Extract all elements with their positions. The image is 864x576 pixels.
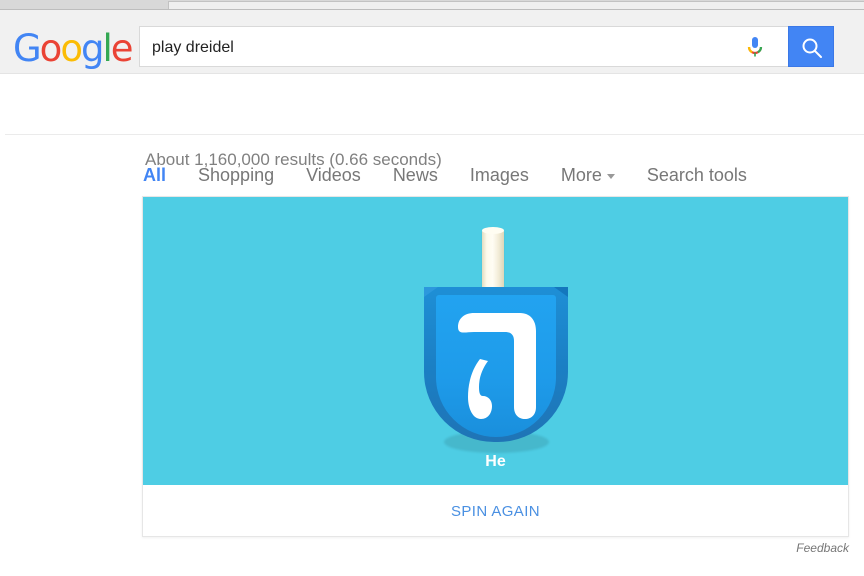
dreidel-stem-top: [481, 227, 504, 234]
dreidel-letter-label: He: [485, 453, 506, 470]
chevron-down-icon: [606, 174, 615, 179]
dreidel-bevel-left: [423, 287, 438, 297]
dreidel-stage[interactable]: He: [143, 197, 848, 485]
tab-search-tools[interactable]: Search tools: [647, 164, 747, 196]
search-box[interactable]: [139, 26, 789, 68]
result-stats: About 1,160,000 results (0.66 seconds): [145, 150, 442, 169]
google-logo[interactable]: Google: [13, 27, 134, 70]
search-input[interactable]: [150, 27, 734, 68]
browser-chrome-bar: [0, 0, 864, 9]
tab-label: Images: [469, 165, 529, 185]
logo-letter-l: l: [102, 27, 112, 70]
browser-tab-strip[interactable]: [168, 1, 864, 9]
spin-again-button[interactable]: SPIN AGAIN: [143, 485, 848, 536]
dreidel-bevel-right: [553, 287, 568, 297]
page-left-border: [5, 135, 6, 576]
dreidel-stem: [481, 229, 504, 295]
spin-bar: SPIN AGAIN: [143, 485, 848, 536]
microphone-icon[interactable]: [744, 36, 766, 60]
tab-label: Search tools: [646, 165, 747, 185]
search-header: Google: [0, 10, 864, 74]
tab-label: More: [560, 165, 602, 185]
hebrew-letter-hei-icon: [457, 313, 536, 419]
magnifier-icon: [802, 38, 822, 58]
google-search-results-page: Google AllShoppingVideosNewsImage: [0, 0, 864, 576]
logo-letter-e: e: [110, 27, 134, 70]
tab-images[interactable]: Images: [470, 164, 529, 196]
dreidel-graphic: [396, 215, 596, 465]
nav-divider: [5, 134, 864, 135]
search-nav-bar: All Shopping Videos News Images More Search to…: [0, 74, 864, 208]
search-button[interactable]: [788, 26, 834, 67]
logo-letter-g1: G: [13, 27, 42, 70]
logo-letter-o1: o: [39, 27, 63, 70]
tab-more[interactable]: More: [561, 164, 615, 196]
feedback-link[interactable]: Feedback: [0, 541, 849, 555]
dreidel-game-card: He SPIN AGAIN: [142, 196, 849, 537]
logo-letter-o2: o: [60, 27, 83, 70]
logo-letter-g2: g: [80, 27, 104, 70]
